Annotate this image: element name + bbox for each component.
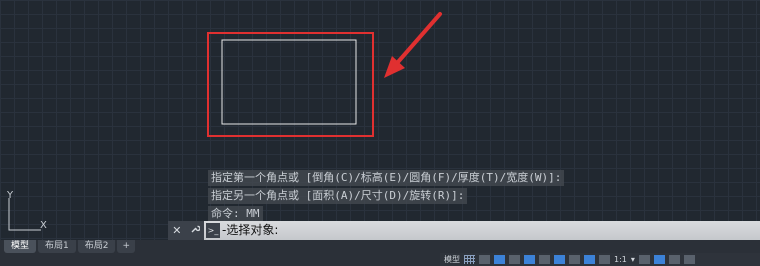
command-history: 指定第一个角点或 [倒角(C)/标高(E)/圆角(F)/厚度(T)/宽度(W)]… (208, 170, 565, 224)
command-input[interactable]: -选择对象: (220, 221, 278, 240)
ucs-y-label: Y (6, 190, 14, 201)
tab-layout1[interactable]: 布局1 (38, 240, 76, 253)
wrench-icon[interactable] (190, 224, 201, 237)
selection-cycling-icon[interactable] (584, 255, 595, 264)
annotation-scale[interactable]: 1:1 (614, 255, 627, 264)
workspace-gear-icon[interactable] (638, 255, 650, 264)
tab-model[interactable]: 模型 (4, 240, 37, 253)
command-line-bar[interactable]: ✕ >_ -选择对象: (168, 221, 760, 240)
close-icon[interactable]: ✕ (172, 224, 181, 237)
layout-tabs: 模型 布局1 布局2 + (4, 240, 137, 253)
isolate-objects-icon[interactable] (653, 255, 665, 264)
annotation-icon[interactable] (599, 255, 610, 264)
model-space-toggle[interactable]: 模型 (444, 254, 460, 265)
command-history-line: 指定另一个角点或 [面积(A)/尺寸(D)/旋转(R)]: (208, 188, 468, 204)
command-history-line: 指定第一个角点或 [倒角(C)/标高(E)/圆角(F)/厚度(T)/宽度(W)]… (208, 170, 565, 186)
polar-icon[interactable] (509, 255, 520, 264)
snap-icon[interactable] (479, 255, 490, 264)
fullscreen-icon[interactable] (668, 255, 680, 264)
ucs-x-label: X (40, 220, 47, 231)
status-toolbar: 模型 1:1 ▾ (440, 253, 760, 266)
ortho-icon[interactable] (494, 255, 505, 264)
grid-icon[interactable] (464, 255, 475, 264)
ucs-icon: Y X (6, 190, 47, 231)
osnap-icon[interactable] (524, 255, 535, 264)
tab-layout2[interactable]: 布局2 (77, 240, 116, 253)
highlight-box (207, 32, 374, 137)
otrack-icon[interactable] (539, 255, 550, 264)
status-bar: 模型 布局1 布局2 + 模型 1:1 ▾ (0, 240, 760, 266)
transparency-icon[interactable] (569, 255, 580, 264)
scale-dropdown-icon[interactable]: ▾ (631, 255, 635, 264)
drawn-rectangle[interactable] (221, 39, 357, 125)
command-history-line: 命令: MM (208, 206, 263, 222)
customize-menu-icon[interactable] (683, 255, 695, 264)
annotation-arrow (384, 12, 442, 78)
command-prompt-icon: >_ (206, 223, 220, 238)
lineweight-icon[interactable] (554, 255, 565, 264)
command-bar-buttons: ✕ (168, 221, 204, 240)
add-layout-button[interactable]: + (117, 240, 136, 253)
